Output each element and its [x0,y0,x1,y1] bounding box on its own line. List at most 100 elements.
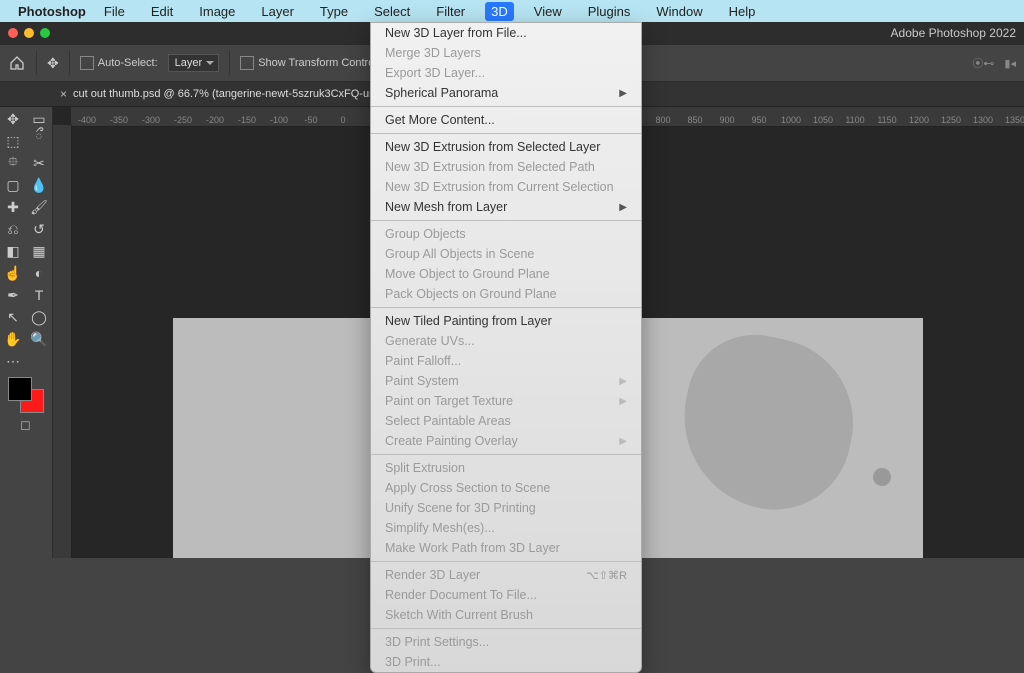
menu-item-label: Split Extrusion [385,461,465,475]
healing-tool[interactable]: ✚ [1,197,25,217]
menu-item-label: Render Document To File... [385,588,537,602]
ruler-tick: 1350 [999,115,1024,125]
menu-item[interactable]: Get More Content... [371,110,641,130]
menu-select[interactable]: Select [368,2,416,21]
menu-item: Paint on Target Texture▶ [371,391,641,411]
menu-item[interactable]: New Tiled Painting from Layer [371,311,641,331]
foreground-swatch[interactable] [8,377,32,401]
menu-item-label: Group Objects [385,227,466,241]
rect-marquee-tool[interactable]: ⬚ [1,131,25,151]
separator [229,51,230,75]
ruler-tick: 800 [647,115,679,125]
app-name[interactable]: Photoshop [18,4,86,19]
menu-item: Select Paintable Areas [371,411,641,431]
separator [36,51,37,75]
type-tool[interactable]: T [27,285,51,305]
submenu-arrow-icon: ▶ [619,376,627,387]
eraser-tool[interactable]: ◧ [1,241,25,261]
menu-file[interactable]: File [98,2,131,21]
object-select-tool[interactable]: ⯐ [1,153,25,173]
close-window-icon[interactable] [8,28,18,38]
ruler-vertical[interactable] [53,125,72,558]
menu-view[interactable]: View [528,2,568,21]
document-tab-label: cut out thumb.psd @ 66.7% (tangerine-new… [73,88,386,100]
history-brush-tool[interactable]: ↺ [27,219,51,239]
close-tab-icon[interactable]: × [60,87,67,101]
menu-filter[interactable]: Filter [430,2,471,21]
show-transform-checkbox[interactable]: Show Transform Controls [240,56,382,70]
path-select-tool[interactable]: ↖ [1,307,25,327]
menu-image[interactable]: Image [193,2,241,21]
menu-item[interactable]: New 3D Layer from File... [371,23,641,43]
menu-item[interactable]: Spherical Panorama▶ [371,83,641,103]
ruler-tick: -400 [71,115,103,125]
lasso-tool[interactable]: ྀ [27,131,51,151]
menu-item: Merge 3D Layers [371,43,641,63]
brush-tool[interactable]: 🖌 [27,197,51,217]
menu-item-label: Sketch With Current Brush [385,608,533,622]
move-tool-indicator-icon[interactable]: ✥ [47,55,59,72]
menu-item[interactable]: New 3D Extrusion from Selected Layer [371,137,641,157]
crop-tool[interactable]: ✂ [27,153,51,173]
auto-select-dropdown[interactable]: Layer [168,54,220,72]
menu-edit[interactable]: Edit [145,2,179,21]
menu-layer[interactable]: Layer [255,2,300,21]
menu-3d[interactable]: 3D [485,2,514,21]
menu-item-label: New Tiled Painting from Layer [385,314,552,328]
ruler-tick: 900 [711,115,743,125]
ruler-tick: 1100 [839,115,871,125]
dodge-tool[interactable]: ◐ [27,263,51,283]
menu-item: Create Painting Overlay▶ [371,431,641,451]
menu-plugins[interactable]: Plugins [582,2,637,21]
rectangle-tool[interactable]: ◯ [27,307,51,327]
hand-tool[interactable]: ✋ [1,329,25,349]
menu-item-label: Unify Scene for 3D Printing [385,501,536,515]
minimize-window-icon[interactable] [24,28,34,38]
menu-item: Make Work Path from 3D Layer [371,538,641,558]
submenu-arrow-icon: ▶ [619,396,627,407]
document-tab[interactable]: × cut out thumb.psd @ 66.7% (tangerine-n… [60,87,386,101]
ruler-tick: -350 [103,115,135,125]
menu-help[interactable]: Help [723,2,762,21]
pen-tool[interactable]: ✒ [1,285,25,305]
zoom-window-icon[interactable] [40,28,50,38]
menu-item-label: New 3D Extrusion from Current Selection [385,180,614,194]
ruler-tick: 1250 [935,115,967,125]
auto-select-label: Auto-Select: [98,57,158,69]
menu-window[interactable]: Window [650,2,708,21]
menu-type[interactable]: Type [314,2,354,21]
frame-tool[interactable]: ▢ [1,175,25,195]
zoom-tool[interactable]: 🔍 [27,329,51,349]
home-icon[interactable] [8,54,26,72]
menu-item-label: Render 3D Layer [385,568,480,582]
menu-item: Paint Falloff... [371,351,641,371]
menu-item: New 3D Extrusion from Current Selection [371,177,641,197]
clone-tool[interactable]: ⎌ [1,219,25,239]
menu-item: Split Extrusion [371,458,641,478]
menu-3d-dropdown: New 3D Layer from File... Merge 3D Layers… [370,22,642,673]
default-colors-icon[interactable]: ◻ [20,417,32,429]
menu-item: Paint System▶ [371,371,641,391]
menu-item-label: Merge 3D Layers [385,46,481,60]
tools-panel: ✥▭⬚ྀ⯐✂▢💧✚🖌⎌↺◧▦☝◐✒T↖◯✋🔍⋯ ◻ [0,107,53,558]
menu-item: 3D Print Settings... [371,632,641,652]
smudge-tool[interactable]: ☝ [1,263,25,283]
gradient-tool[interactable]: ▦ [27,241,51,261]
menu-item-label: 3D Print... [385,655,441,669]
menu-item[interactable]: New Mesh from Layer▶ [371,197,641,217]
move-tool[interactable]: ✥ [1,109,25,129]
menu-item-label: Apply Cross Section to Scene [385,481,550,495]
3d-mode-icon[interactable]: ⦿⊷ [972,55,994,71]
ruler-tick: -150 [231,115,263,125]
menu-item: Sketch With Current Brush [371,605,641,625]
menu-item-label: Make Work Path from 3D Layer [385,541,560,555]
auto-select-checkbox[interactable]: Auto-Select: [80,56,158,70]
traffic-lights [8,28,50,38]
ruler-tick: 1150 [871,115,903,125]
color-swatches[interactable] [8,377,44,413]
menu-item: Pack Objects on Ground Plane [371,284,641,304]
ruler-tick: 950 [743,115,775,125]
eyedropper-tool[interactable]: 💧 [27,175,51,195]
camera-icon[interactable]: ▮◂ [1004,57,1016,70]
edit-toolbar[interactable]: ⋯ [1,351,25,371]
